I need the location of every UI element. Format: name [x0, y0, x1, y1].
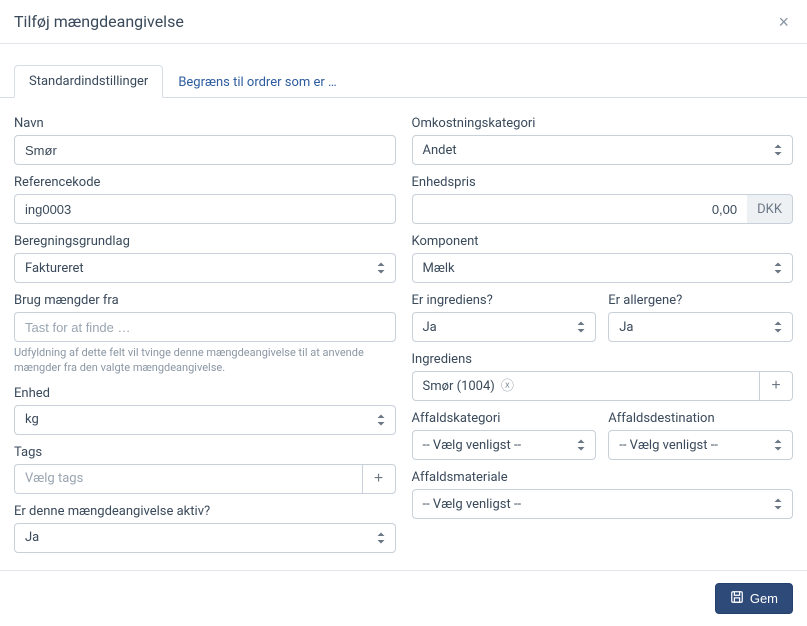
is-ingredient-select[interactable]: Ja [412, 312, 597, 342]
component-label: Komponent [412, 234, 794, 249]
waste-material-select[interactable]: -- Vælg venligst -- [412, 489, 794, 519]
tab-restrict-orders[interactable]: Begræns til ordrer som er … [163, 66, 351, 98]
unit-price-input[interactable] [412, 194, 748, 224]
add-tag-button[interactable]: + [362, 464, 396, 494]
chevron-updown-icon [373, 412, 389, 428]
active-label: Er denne mængdeangivelse aktiv? [14, 504, 396, 519]
use-quantities-from-help: Udfyldning af dette felt vil tvinge denn… [14, 346, 396, 376]
is-allergen-select[interactable]: Ja [608, 312, 793, 342]
ingredient-input[interactable]: Smør (1004) ⓧ [412, 371, 760, 401]
plus-icon: + [771, 377, 780, 395]
waste-material-label: Affaldsmateriale [412, 470, 794, 485]
tabs: Standardindstillinger Begræns til ordrer… [0, 44, 807, 98]
plus-icon: + [374, 470, 383, 488]
ingredient-chip: Smør (1004) ⓧ [423, 379, 514, 394]
waste-destination-value: -- Vælg venligst -- [619, 438, 718, 453]
waste-destination-label: Affaldsdestination [608, 411, 793, 426]
active-value: Ja [25, 530, 39, 545]
name-input[interactable] [14, 135, 396, 165]
use-quantities-from-label: Brug mængder fra [14, 293, 396, 308]
name-label: Navn [14, 116, 396, 131]
reference-code-label: Referencekode [14, 175, 396, 190]
is-allergen-label: Er allergene? [608, 293, 793, 308]
chevron-updown-icon [373, 530, 389, 546]
modal-title: Tilføj mængdeangivelse [14, 12, 184, 31]
chevron-updown-icon [770, 319, 786, 335]
ingredient-chip-label: Smør (1004) [423, 379, 495, 394]
chevron-updown-icon [770, 260, 786, 276]
calculation-basis-value: Faktureret [25, 261, 84, 276]
right-column: Omkostningskategori Andet Enhedspris DKK… [412, 110, 794, 553]
chevron-updown-icon [770, 496, 786, 512]
remove-chip-icon[interactable]: ⓧ [501, 380, 514, 393]
active-select[interactable]: Ja [14, 523, 396, 553]
unit-select[interactable]: kg [14, 405, 396, 435]
close-icon: × [778, 12, 789, 32]
chevron-updown-icon [373, 260, 389, 276]
is-allergen-value: Ja [619, 320, 633, 335]
tab-standard[interactable]: Standardindstillinger [14, 65, 163, 98]
unit-price-label: Enhedspris [412, 175, 794, 190]
chevron-updown-icon [770, 437, 786, 453]
save-button[interactable]: Gem [715, 583, 793, 614]
tags-label: Tags [14, 445, 396, 460]
waste-destination-select[interactable]: -- Vælg venligst -- [608, 430, 793, 460]
cost-category-select[interactable]: Andet [412, 135, 794, 165]
cost-category-value: Andet [423, 143, 457, 158]
tags-input[interactable]: Vælg tags [14, 464, 362, 494]
is-ingredient-label: Er ingrediens? [412, 293, 597, 308]
calculation-basis-label: Beregningsgrundlag [14, 234, 396, 249]
tags-placeholder: Vælg tags [25, 471, 83, 486]
cost-category-label: Omkostningskategori [412, 116, 794, 131]
unit-price-currency: DKK [747, 194, 793, 224]
modal-footer: Gem [0, 570, 807, 626]
component-select[interactable]: Mælk [412, 253, 794, 283]
waste-material-value: -- Vælg venligst -- [423, 497, 522, 512]
waste-category-value: -- Vælg venligst -- [423, 438, 522, 453]
unit-label: Enhed [14, 386, 396, 401]
calculation-basis-select[interactable]: Faktureret [14, 253, 396, 283]
left-column: Navn Referencekode Beregningsgrundlag Fa… [14, 110, 396, 553]
save-icon [730, 590, 744, 607]
waste-category-select[interactable]: -- Vælg venligst -- [412, 430, 597, 460]
component-value: Mælk [423, 261, 455, 276]
waste-category-label: Affaldskategori [412, 411, 597, 426]
is-ingredient-value: Ja [423, 320, 437, 335]
unit-value: kg [25, 412, 39, 427]
chevron-updown-icon [770, 142, 786, 158]
add-ingredient-button[interactable]: + [759, 371, 793, 401]
use-quantities-from-input[interactable] [14, 312, 396, 342]
save-button-label: Gem [750, 591, 778, 606]
chevron-updown-icon [573, 319, 589, 335]
reference-code-input[interactable] [14, 194, 396, 224]
close-button[interactable]: × [774, 13, 793, 31]
ingredient-label: Ingrediens [412, 352, 794, 367]
chevron-updown-icon [573, 437, 589, 453]
